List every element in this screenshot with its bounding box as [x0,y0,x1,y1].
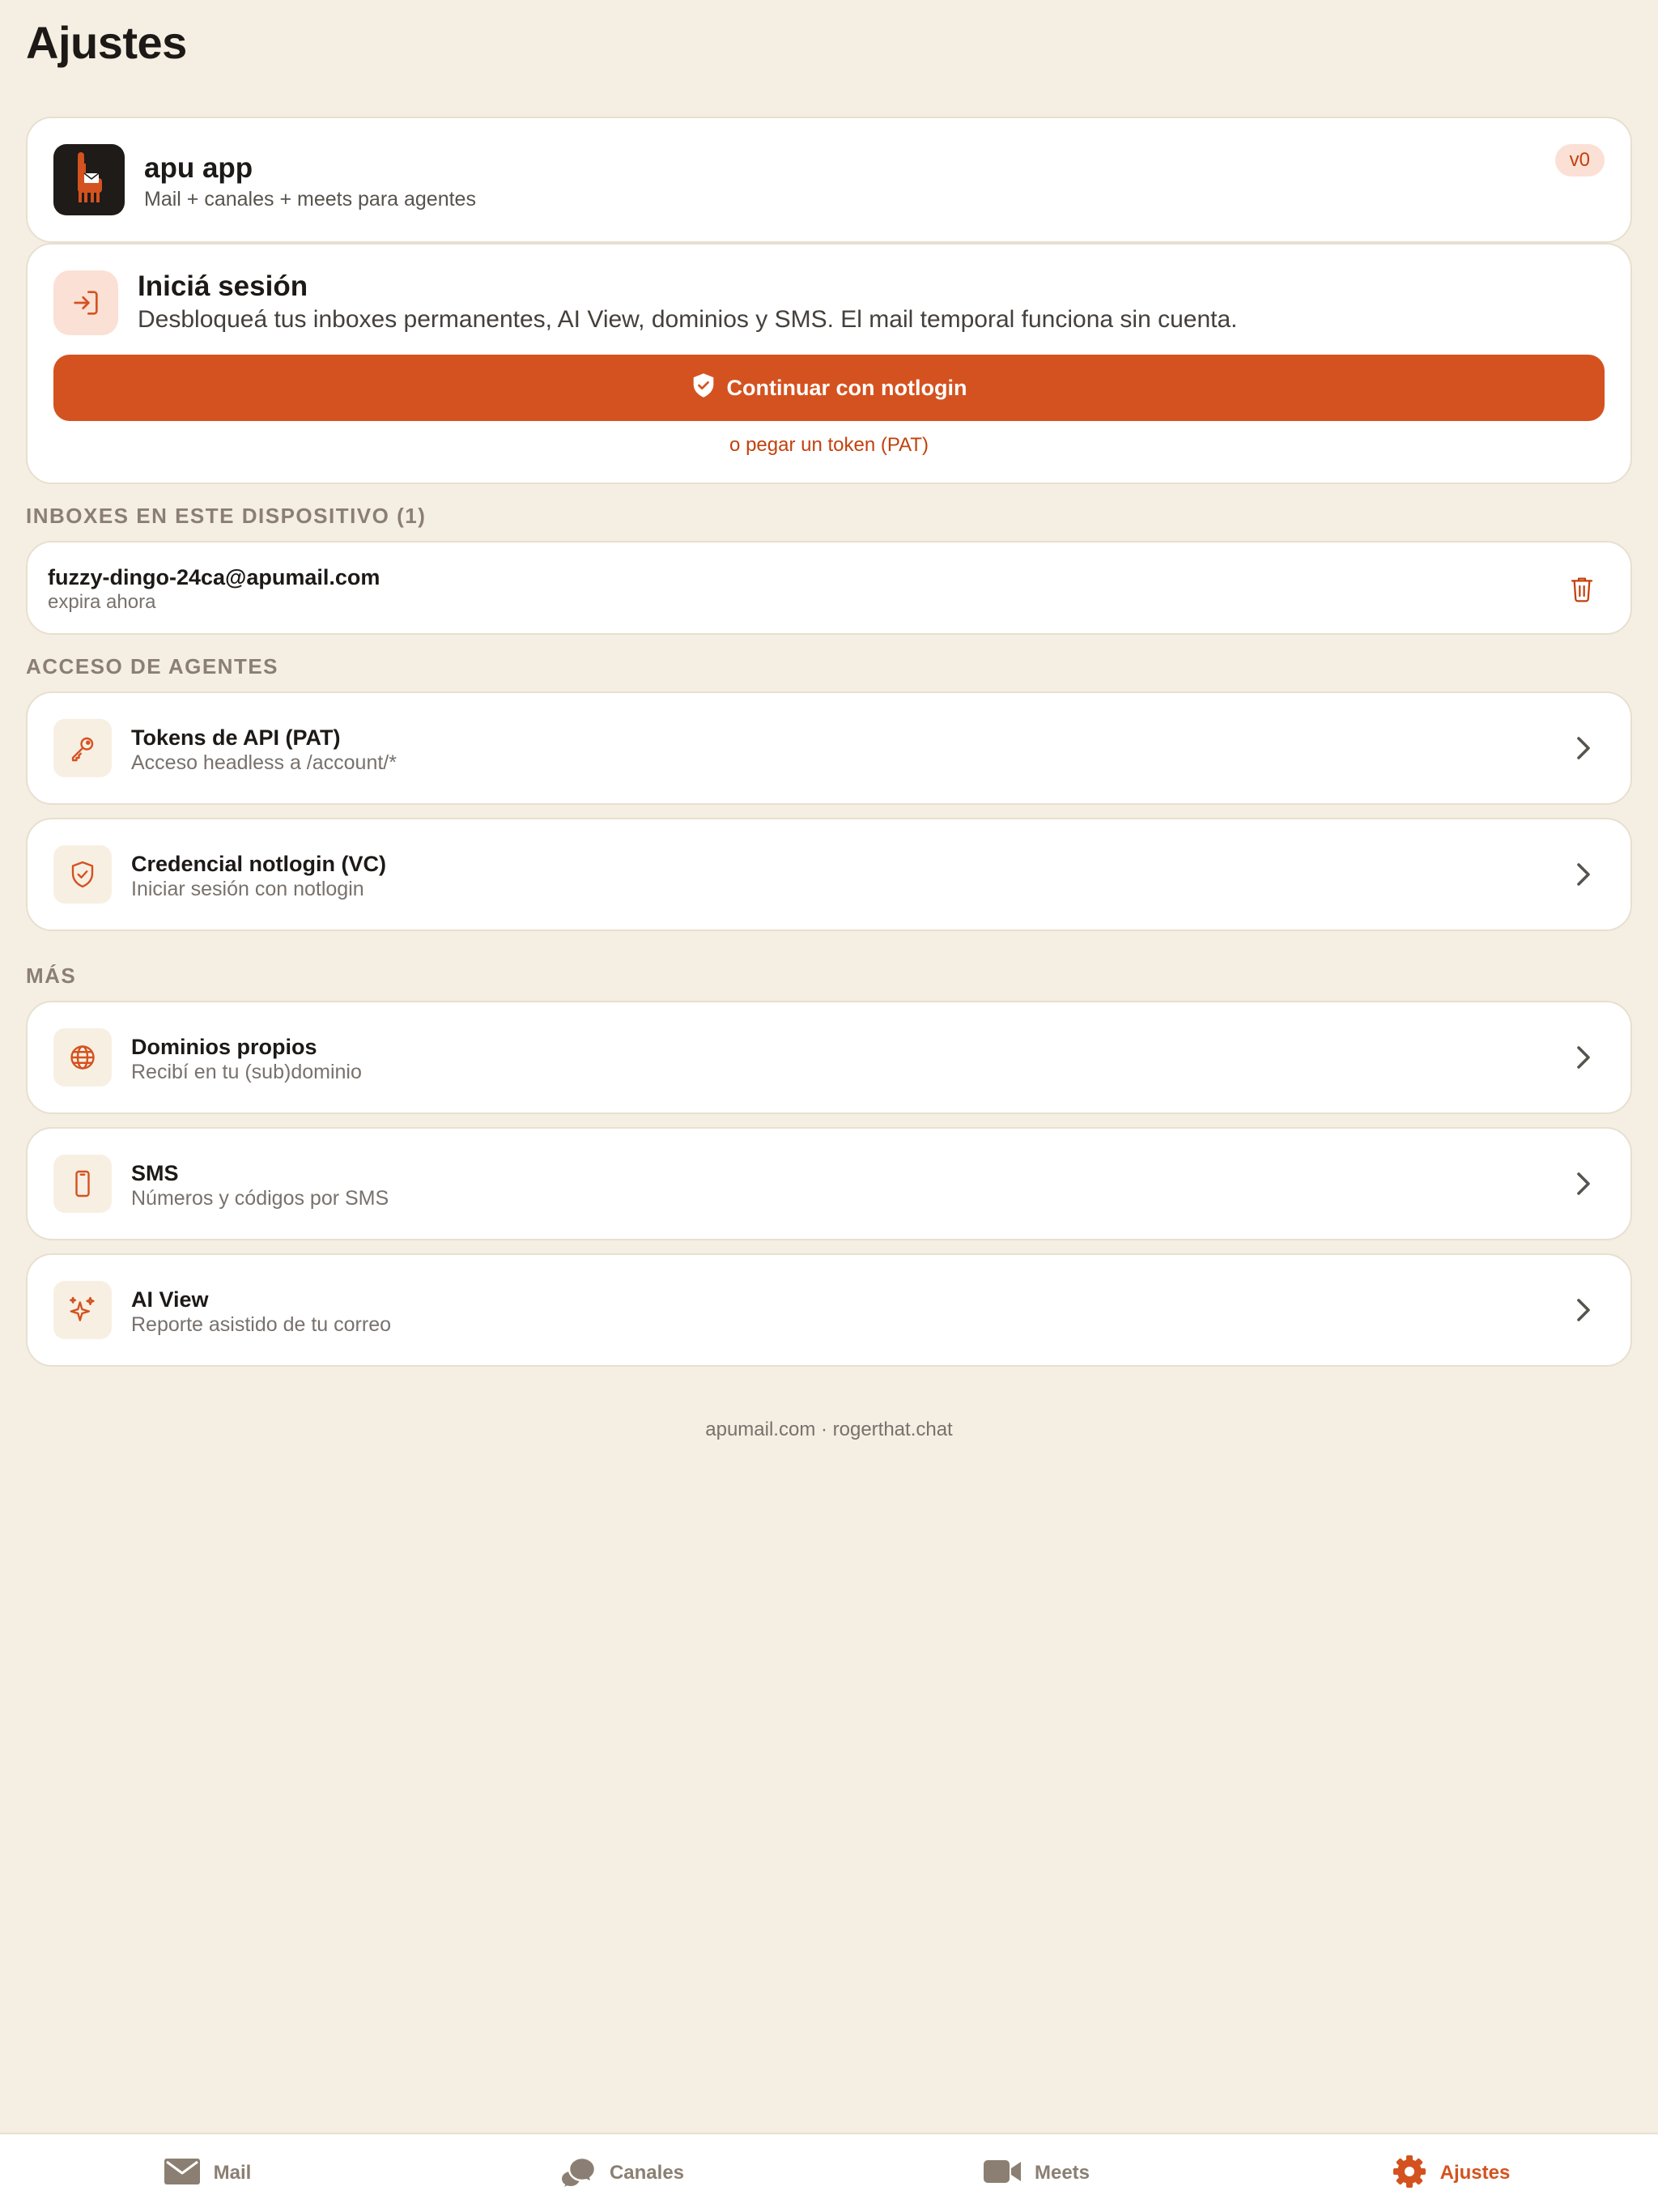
tab-mail[interactable]: Mail [0,2134,414,2212]
chevron-right-icon [1569,860,1598,889]
shield-check-icon [53,845,112,904]
chevron-right-icon [1569,734,1598,763]
login-title: Iniciá sesión [138,270,308,302]
more-section-label: MÁS [26,963,77,988]
row-subtitle: Números y códigos por SMS [131,1187,389,1210]
chat-bubbles-icon [559,2153,597,2194]
continue-notlogin-label: Continuar con notlogin [726,375,967,400]
custom-domains-row[interactable]: Dominios propios Recibí en tu (sub)domin… [26,1001,1632,1114]
row-subtitle: Reporte asistido de tu correo [131,1313,392,1336]
app-name: apu app [144,152,253,184]
globe-icon [53,1028,112,1087]
phone-icon [53,1155,112,1213]
tab-canales[interactable]: Canales [414,2134,829,2212]
tab-ajustes[interactable]: Ajustes [1244,2134,1658,2212]
row-title: Credencial notlogin (VC) [131,852,387,876]
sms-row[interactable]: SMS Números y códigos por SMS [26,1127,1632,1240]
tab-label: Canales [609,2162,685,2184]
login-description: Desbloqueá tus inboxes permanentes, AI V… [138,306,1238,333]
login-card: Iniciá sesión Desbloqueá tus inboxes per… [26,243,1632,484]
row-title: Dominios propios [131,1035,317,1059]
continue-notlogin-button[interactable]: Continuar con notlogin [53,355,1605,421]
row-subtitle: Recibí en tu (sub)dominio [131,1061,362,1083]
row-title: Tokens de API (PAT) [131,725,341,750]
api-tokens-row[interactable]: Tokens de API (PAT) Acceso headless a /a… [26,691,1632,805]
mail-icon [164,2157,201,2190]
app-logo [53,144,125,215]
row-subtitle: Acceso headless a /account/* [131,751,397,774]
settings-page: Ajustes apu app Mail + canales + meets p… [0,0,1658,2212]
tab-label: Mail [213,2162,252,2184]
inbox-address: fuzzy-dingo-24ca@apumail.com [48,565,380,589]
chevron-right-icon [1569,1043,1598,1072]
trash-icon[interactable] [1566,572,1598,607]
sparkles-icon [53,1281,112,1339]
row-title: SMS [131,1161,179,1185]
inbox-item[interactable]: fuzzy-dingo-24ca@apumail.com expira ahor… [26,541,1632,635]
app-info-card: apu app Mail + canales + meets para agen… [26,117,1632,243]
video-icon [983,2159,1022,2189]
footer-links[interactable]: apumail.com · rogerthat.chat [0,1419,1658,1441]
gear-icon [1392,2154,1427,2193]
version-badge: v0 [1554,144,1605,177]
sign-in-icon [53,270,118,335]
agents-section-label: ACCESO DE AGENTES [26,654,279,678]
tab-label: Ajustes [1439,2162,1511,2184]
inboxes-section-label: INBOXES EN ESTE DISPOSITIVO (1) [26,504,427,528]
paste-token-link[interactable]: o pegar un token (PAT) [28,434,1630,457]
chevron-right-icon [1569,1295,1598,1325]
bottom-tab-bar: Mail Canales Meets Ajustes [0,2133,1658,2212]
notlogin-credential-row[interactable]: Credencial notlogin (VC) Iniciar sesión … [26,818,1632,931]
row-subtitle: Iniciar sesión con notlogin [131,878,364,900]
page-title: Ajustes [26,17,187,68]
tab-label: Meets [1034,2162,1090,2184]
tab-meets[interactable]: Meets [829,2134,1244,2212]
ai-view-row[interactable]: AI View Reporte asistido de tu correo [26,1253,1632,1367]
row-title: AI View [131,1287,209,1312]
chevron-right-icon [1569,1169,1598,1198]
inbox-expiry: expira ahora [48,591,156,613]
shield-check-icon [691,372,716,404]
app-subtitle: Mail + canales + meets para agentes [144,188,476,211]
key-icon [53,719,112,777]
